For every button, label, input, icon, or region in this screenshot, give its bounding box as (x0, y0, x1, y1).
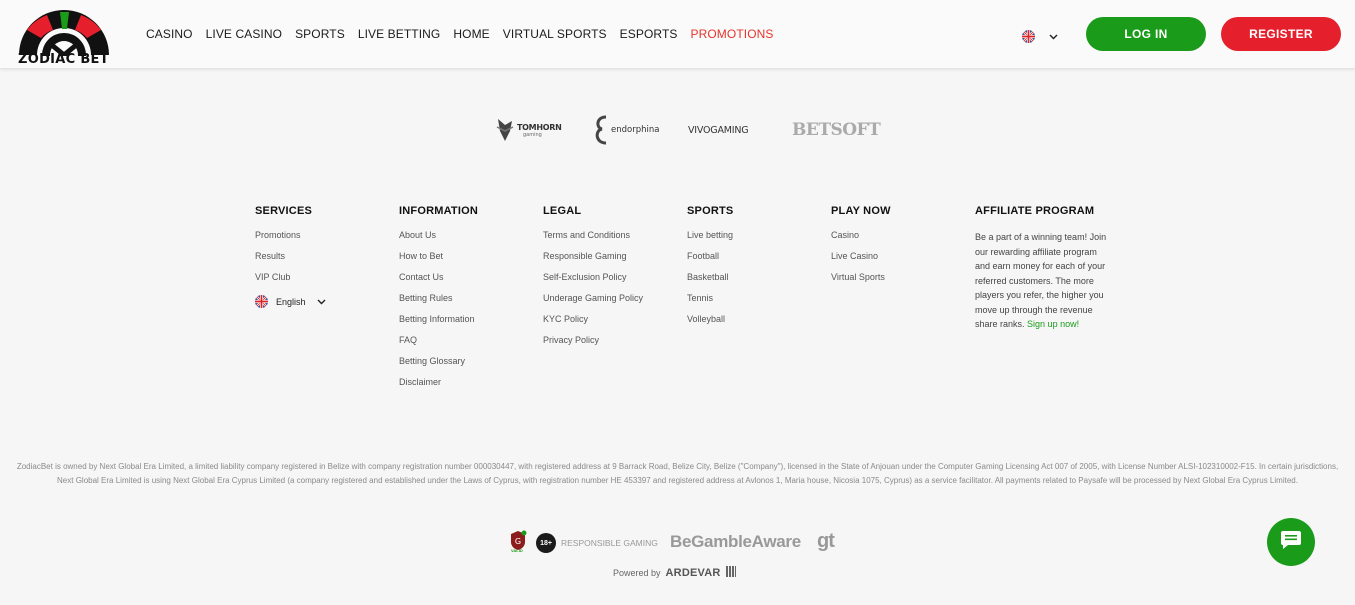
footer-link-promotions[interactable]: Promotions (255, 230, 326, 251)
footer-link-responsible-gaming[interactable]: Responsible Gaming (543, 251, 643, 272)
chat-bubble-icon (1280, 530, 1302, 555)
legal-disclaimer: ZodiacBet is owned by Next Global Era Li… (16, 462, 1339, 485)
chevron-down-icon (1049, 27, 1058, 45)
nav-esports[interactable]: ESPORTS (620, 27, 678, 41)
footer-col-legal: LEGAL Terms and Conditions Responsible G… (543, 205, 643, 356)
footer-link-terms[interactable]: Terms and Conditions (543, 230, 643, 251)
footer-col-sports: SPORTS Live betting Football Basketball … (687, 205, 733, 335)
nav-virtual-sports[interactable]: VIRTUAL SPORTS (503, 27, 607, 41)
information-heading: INFORMATION (399, 205, 478, 217)
affiliate-description: Be a part of a winning team! Join our re… (975, 230, 1107, 332)
chevron-down-icon (317, 297, 326, 307)
footer-link-vip-club[interactable]: VIP Club (255, 272, 326, 293)
footer-link-live-betting[interactable]: Live betting (687, 230, 733, 251)
tomhorn-sub: gaming (523, 131, 542, 138)
footer-link-privacy-policy[interactable]: Privacy Policy (543, 335, 643, 356)
nav-live-betting[interactable]: LIVE BETTING (358, 27, 441, 41)
footer-link-about-us[interactable]: About Us (399, 230, 478, 251)
license-validator-badge[interactable]: G VALID (508, 530, 528, 554)
footer-link-virtual-sports[interactable]: Virtual Sports (831, 272, 891, 293)
logo-wordmark: ZODIAC BET (18, 52, 109, 67)
language-selector[interactable] (1022, 27, 1058, 45)
nav-sports[interactable]: SPORTS (295, 27, 345, 41)
betsoft-logo[interactable]: BETSOFT (792, 112, 881, 148)
ardevar-logo[interactable]: ARDEVAR (666, 567, 721, 579)
footer-link-self-exclusion[interactable]: Self-Exclusion Policy (543, 272, 643, 293)
footer-link-faq[interactable]: FAQ (399, 335, 478, 356)
footer-link-kyc-policy[interactable]: KYC Policy (543, 314, 643, 335)
nav-promotions[interactable]: PROMOTIONS (691, 27, 774, 41)
footer-link-volleyball[interactable]: Volleyball (687, 314, 733, 335)
footer-link-basketball[interactable]: Basketball (687, 272, 733, 293)
footer-link-betting-rules[interactable]: Betting Rules (399, 293, 478, 314)
play-now-heading: PLAY NOW (831, 205, 891, 217)
affiliate-signup-link[interactable]: Sign up now! (1027, 319, 1079, 329)
footer-language-selector[interactable]: English (255, 295, 326, 308)
endorphina-wordmark: endorphina (611, 125, 660, 135)
tomhorn-wordmark: TOMHORN (517, 122, 562, 132)
main-nav: CASINO LIVE CASINO SPORTS LIVE BETTING H… (146, 27, 787, 41)
betsoft-wordmark: BETSOFT (792, 120, 881, 140)
gt-logo[interactable]: gt (817, 530, 835, 553)
footer-link-disclaimer[interactable]: Disclaimer (399, 377, 478, 398)
valid-label: VALID (511, 548, 523, 553)
powered-by-label: Powered by (613, 567, 661, 578)
footer-col-affiliate: AFFILIATE PROGRAM Be a part of a winning… (975, 205, 1107, 332)
affiliate-heading: AFFILIATE PROGRAM (975, 205, 1095, 217)
footer-link-underage-gaming[interactable]: Underage Gaming Policy (543, 293, 643, 314)
footer-link-contact-us[interactable]: Contact Us (399, 272, 478, 293)
endorphina-logo[interactable]: endorphina (593, 112, 663, 148)
affiliate-text: Be a part of a winning team! Join our re… (975, 232, 1107, 329)
footer-link-live-casino[interactable]: Live Casino (831, 251, 891, 272)
nav-casino[interactable]: CASINO (146, 27, 193, 41)
footer-col-services: SERVICES Promotions Results VIP Club Eng… (255, 205, 326, 308)
nav-live-casino[interactable]: LIVE CASINO (206, 27, 282, 41)
live-chat-button[interactable] (1267, 518, 1315, 566)
site-header: ZODIAC BET CASINO LIVE CASINO SPORTS LIV… (0, 0, 1355, 77)
footer-link-betting-information[interactable]: Betting Information (399, 314, 478, 335)
begambleaware-logo[interactable]: BeGambleAware (670, 532, 801, 552)
footer-link-betting-glossary[interactable]: Betting Glossary (399, 356, 478, 377)
age-18-badge: 18+ (536, 533, 556, 553)
vivogaming-logo[interactable]: VIVOGAMING (688, 112, 768, 148)
login-button[interactable]: LOG IN (1086, 17, 1206, 51)
svg-text:G: G (515, 537, 521, 546)
footer-link-casino[interactable]: Casino (831, 230, 891, 251)
footer-col-play-now: PLAY NOW Casino Live Casino Virtual Spor… (831, 205, 891, 293)
uk-flag-icon (255, 295, 268, 308)
uk-flag-icon (1022, 29, 1035, 43)
footer-link-football[interactable]: Football (687, 251, 733, 272)
footer-link-results[interactable]: Results (255, 251, 326, 272)
register-button[interactable]: REGISTER (1221, 17, 1341, 51)
ardevar-bars-icon (725, 566, 736, 579)
legal-heading: LEGAL (543, 205, 582, 217)
services-heading: SERVICES (255, 205, 313, 217)
sports-heading: SPORTS (687, 205, 734, 217)
footer-link-how-to-bet[interactable]: How to Bet (399, 251, 478, 272)
responsible-gaming-badge[interactable]: RESPONSIBLE GAMING (561, 538, 658, 548)
vivogaming-wordmark: VIVOGAMING (688, 124, 749, 136)
tomhorn-logo[interactable]: TOMHORN gaming (495, 112, 567, 148)
powered-by: Powered by ARDEVAR (613, 566, 736, 579)
nav-home[interactable]: HOME (453, 27, 489, 41)
footer-col-information: INFORMATION About Us How to Bet Contact … (399, 205, 478, 398)
language-label: English (276, 296, 306, 307)
footer-link-tennis[interactable]: Tennis (687, 293, 733, 314)
